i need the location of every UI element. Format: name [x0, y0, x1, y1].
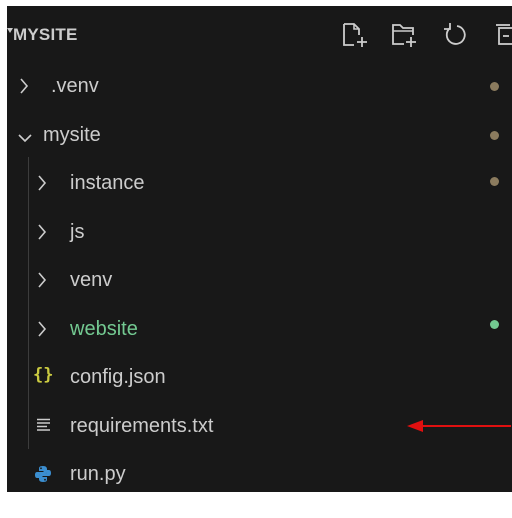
chevron-right-icon: [19, 77, 29, 100]
modified-dot: [490, 82, 499, 91]
tree-item-label: .venv: [51, 75, 99, 97]
tree-item-venv[interactable]: venv: [7, 257, 512, 305]
explorer-header[interactable]: MYSITE: [7, 6, 512, 56]
refresh-icon[interactable]: [441, 22, 469, 48]
modified-dot: [490, 131, 499, 140]
tree-item-label: run.py: [70, 463, 126, 485]
tree-item-website[interactable]: website: [7, 306, 512, 354]
tree-item-run-py[interactable]: run.py: [7, 451, 512, 492]
chevron-down-icon: [17, 130, 33, 148]
tree-item-label: venv: [70, 269, 113, 291]
new-folder-icon[interactable]: [391, 22, 419, 48]
json-braces-icon: {}: [33, 365, 54, 385]
tree-item-js[interactable]: js: [7, 209, 512, 257]
modified-dot: [490, 177, 499, 186]
tree-item-venv-hidden[interactable]: .venv: [7, 63, 512, 111]
explorer-panel: MYSITE .venv mysite instance js venv web…: [7, 6, 512, 492]
collapse-all-icon[interactable]: [493, 22, 512, 48]
tree-item-instance[interactable]: instance: [7, 160, 512, 208]
untracked-dot: [490, 320, 499, 329]
chevron-right-icon: [37, 271, 47, 294]
chevron-right-icon: [37, 223, 47, 246]
annotation-arrow: [407, 420, 511, 432]
text-lines-icon: [36, 418, 52, 437]
chevron-right-icon: [37, 174, 47, 197]
chevron-right-icon: [37, 320, 47, 343]
tree-item-mysite[interactable]: mysite: [7, 112, 512, 160]
tree-item-config-json[interactable]: {} config.json: [7, 354, 512, 402]
tree-item-label: config.json: [70, 366, 166, 388]
python-icon: [34, 465, 52, 488]
tree-item-label: mysite: [43, 124, 101, 146]
tree-item-label: website: [70, 318, 138, 340]
new-file-icon[interactable]: [341, 22, 369, 48]
tree-item-label: instance: [70, 172, 145, 194]
tree-item-label: requirements.txt: [70, 415, 214, 437]
tree-item-label: js: [70, 221, 85, 243]
explorer-title[interactable]: MYSITE: [13, 25, 78, 45]
